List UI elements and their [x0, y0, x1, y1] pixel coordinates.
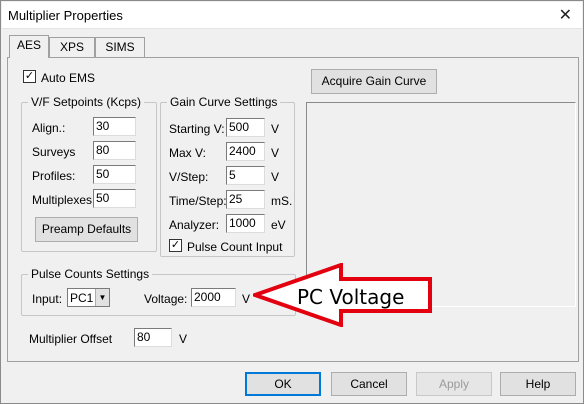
- max-v-label: Max V:: [169, 146, 206, 160]
- max-v-field[interactable]: 2400: [226, 142, 265, 161]
- analyzer-field[interactable]: 1000: [226, 214, 265, 233]
- input-label: Input:: [32, 292, 63, 306]
- pulse-count-input-checkbox[interactable]: ✓: [169, 239, 182, 252]
- align-label: Align.:: [32, 121, 66, 135]
- surveys-field[interactable]: 80: [93, 141, 136, 160]
- multiplier-offset-unit: V: [179, 332, 188, 346]
- acquire-gain-curve-button[interactable]: Acquire Gain Curve: [311, 69, 437, 94]
- v-step-field[interactable]: 5: [226, 166, 265, 185]
- pulse-count-input-label: Pulse Count Input: [187, 240, 283, 254]
- analyzer-unit: eV: [271, 218, 286, 232]
- gain-curve-title: Gain Curve Settings: [167, 95, 281, 109]
- vf-setpoints-title: V/F Setpoints (Kcps): [28, 95, 145, 109]
- cancel-button[interactable]: Cancel: [331, 372, 407, 396]
- starting-v-field[interactable]: 500: [226, 118, 265, 137]
- pulse-counts-title: Pulse Counts Settings: [28, 267, 153, 281]
- multiplier-properties-dialog: Multiplier Properties ✕ AES XPS SIMS ✓ A…: [0, 0, 584, 404]
- auto-ems-label: Auto EMS: [41, 71, 96, 85]
- profiles-label: Profiles:: [32, 169, 76, 183]
- surveys-label: Surveys: [32, 145, 76, 159]
- multiplexes-field[interactable]: 50: [93, 189, 136, 208]
- voltage-unit: V: [242, 292, 251, 306]
- multiplier-offset-label: Multiplier Offset: [29, 332, 113, 346]
- starting-v-unit: V: [271, 122, 280, 136]
- preamp-defaults-button[interactable]: Preamp Defaults: [35, 217, 138, 242]
- max-v-unit: V: [271, 146, 280, 160]
- chevron-down-icon[interactable]: ▼: [95, 289, 109, 306]
- starting-v-label: Starting V:: [169, 122, 225, 136]
- tab-aes[interactable]: AES: [9, 35, 49, 58]
- profiles-field[interactable]: 50: [93, 165, 136, 184]
- time-step-field[interactable]: 25: [226, 190, 265, 209]
- multiplier-offset-field[interactable]: 80: [134, 328, 172, 347]
- window-title: Multiplier Properties: [8, 8, 123, 23]
- title-bar: Multiplier Properties ✕: [2, 2, 582, 29]
- input-select[interactable]: PC1 ▼: [67, 288, 110, 307]
- multiplexes-label: Multiplexes:: [32, 193, 96, 207]
- pc-voltage-annotation-text: PC Voltage: [297, 285, 405, 309]
- input-select-value: PC1: [70, 291, 94, 305]
- check-icon: ✓: [170, 239, 181, 251]
- analyzer-label: Analyzer:: [169, 218, 220, 232]
- apply-button[interactable]: Apply: [416, 372, 492, 396]
- help-button[interactable]: Help: [500, 372, 576, 396]
- check-icon: ✓: [24, 70, 35, 82]
- tab-xps[interactable]: XPS: [49, 37, 95, 57]
- close-icon[interactable]: ✕: [559, 5, 572, 25]
- v-step-label: V/Step:: [169, 170, 209, 184]
- tab-sims[interactable]: SIMS: [95, 37, 145, 57]
- time-step-label: Time/Step:: [169, 194, 227, 208]
- ok-button[interactable]: OK: [245, 372, 321, 396]
- auto-ems-checkbox[interactable]: ✓: [23, 70, 36, 83]
- voltage-label: Voltage:: [144, 292, 188, 306]
- voltage-field[interactable]: 2000: [191, 288, 236, 307]
- time-step-unit: mS.: [271, 194, 293, 208]
- v-step-unit: V: [271, 170, 280, 184]
- align-field[interactable]: 30: [93, 117, 136, 136]
